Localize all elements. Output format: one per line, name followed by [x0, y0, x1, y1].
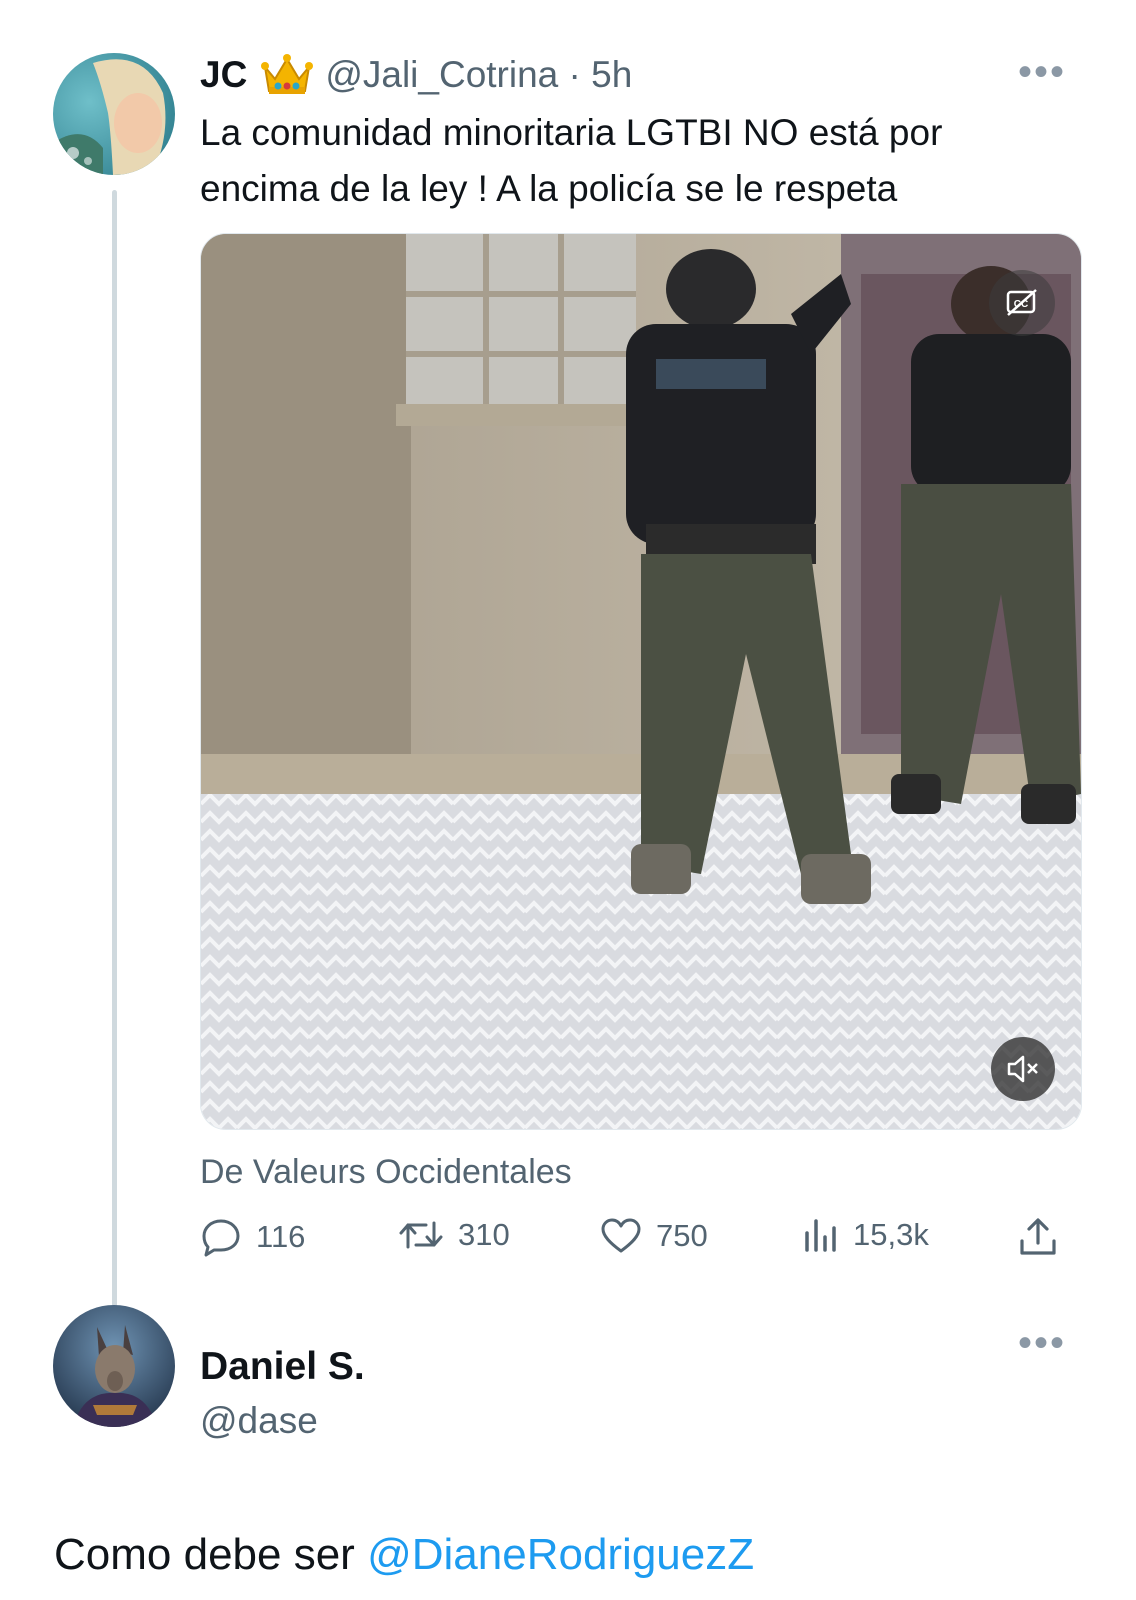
reply-mention-link[interactable]: @DianeRodriguezZ	[367, 1530, 754, 1579]
reply-author-handle[interactable]: @dase	[200, 1400, 318, 1442]
reply-text-body: Como debe ser	[54, 1530, 368, 1579]
reply-count: 116	[256, 1219, 306, 1254]
like-button[interactable]: 750	[600, 1217, 708, 1255]
author-name[interactable]: JC	[200, 54, 247, 96]
retweet-icon	[399, 1221, 443, 1249]
speaker-muted-icon	[1007, 1055, 1038, 1083]
tweet-text: La comunidad minoritaria LGTBI NO está p…	[200, 105, 1080, 217]
reply-author-name[interactable]: Daniel S.	[200, 1345, 365, 1389]
tweet-video[interactable]: CC	[200, 233, 1082, 1130]
author-handle-and-time[interactable]: @Jali_Cotrina · 5h	[325, 54, 632, 96]
reply-button[interactable]: 116	[200, 1217, 305, 1257]
tweet-actions: 116 310 750 15,3k	[200, 1217, 1080, 1277]
reply-author-avatar[interactable]	[53, 1305, 175, 1427]
share-button[interactable]	[1018, 1217, 1072, 1257]
tweet-text-line-1: La comunidad minoritaria LGTBI NO está p…	[200, 112, 943, 153]
tweet-text-line-2: encima de la ley ! A la policía se le re…	[200, 168, 898, 209]
like-count: 750	[656, 1218, 708, 1253]
views-chart-icon	[805, 1219, 836, 1252]
views-button[interactable]: 15,3k	[803, 1217, 929, 1253]
author-avatar[interactable]	[53, 53, 175, 175]
tweet-header: JC @Jali_Cotrina · 5h	[200, 50, 632, 100]
heart-icon	[601, 1218, 641, 1253]
views-count: 15,3k	[853, 1217, 929, 1252]
mute-button[interactable]	[991, 1037, 1055, 1101]
media-source-attribution[interactable]: De Valeurs Occidentales	[200, 1153, 572, 1192]
reply-text: Como debe ser @DianeRodriguezZ	[54, 1530, 754, 1580]
closed-captions-icon: CC	[1006, 289, 1037, 316]
crown-icon	[261, 53, 314, 97]
retweet-count: 310	[458, 1217, 510, 1252]
thread-connector-line	[112, 190, 117, 1320]
reply-icon	[202, 1219, 240, 1257]
closed-captions-button[interactable]: CC	[989, 270, 1055, 336]
reply-more-options-icon[interactable]: •••	[1018, 1323, 1066, 1363]
share-icon	[1020, 1218, 1056, 1255]
retweet-button[interactable]: 310	[398, 1217, 510, 1253]
tweet-more-options-icon[interactable]: •••	[1018, 52, 1066, 92]
